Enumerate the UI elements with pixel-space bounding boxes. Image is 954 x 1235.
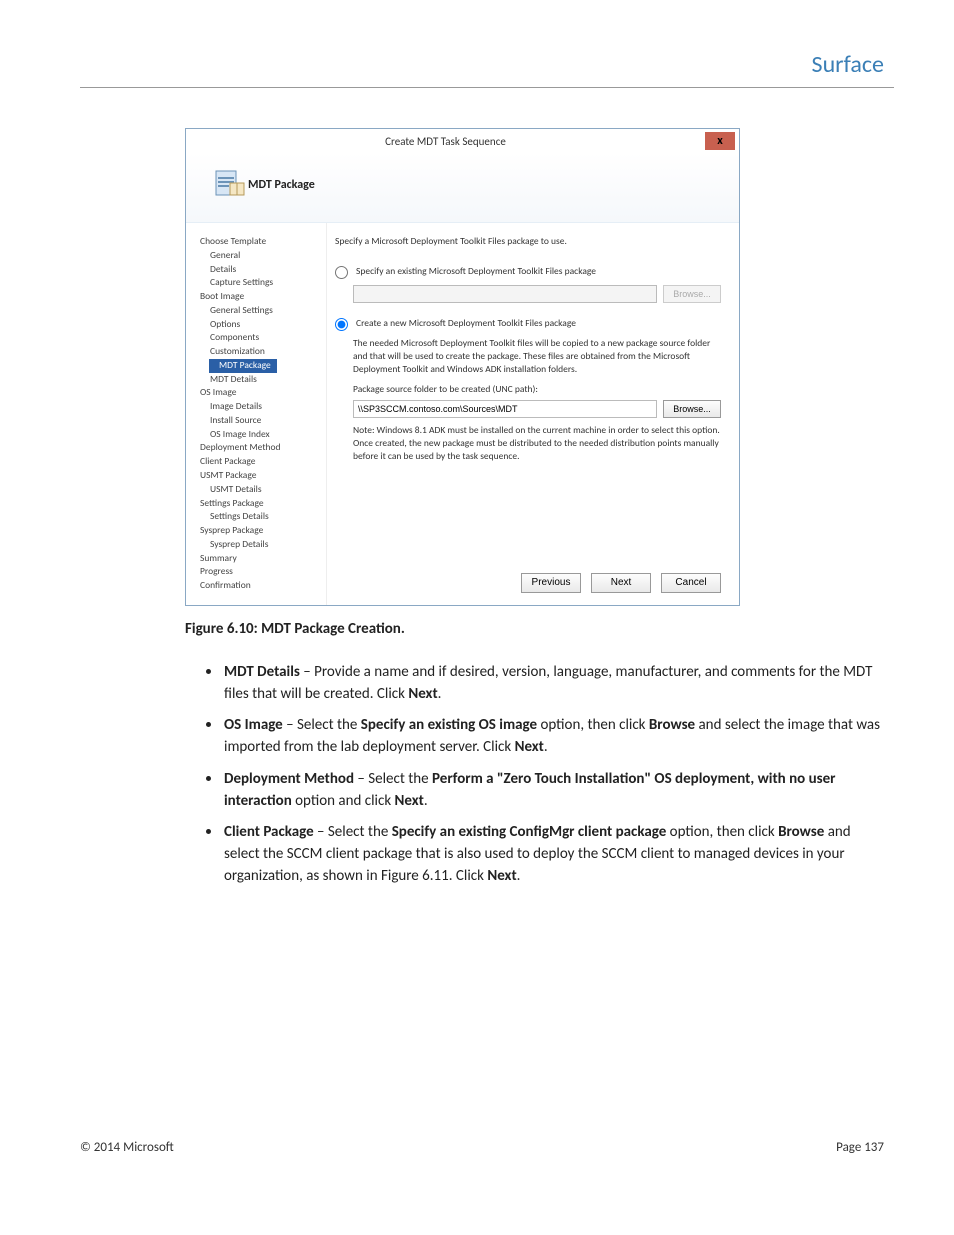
package-icon <box>212 165 248 204</box>
bullet-text: . <box>544 738 548 756</box>
sidebar-item[interactable]: Settings Package <box>200 497 326 511</box>
sidebar-item[interactable]: Customization <box>200 345 326 359</box>
bullet-strong: Next <box>395 792 424 810</box>
bullet-strong: Next <box>515 738 544 756</box>
sidebar-item[interactable]: Summary <box>200 552 326 566</box>
bullet-strong: Specify an existing OS image <box>361 716 537 734</box>
sidebar-item[interactable]: Options <box>200 318 326 332</box>
bullet-strong: Browse <box>649 716 695 734</box>
figure-caption: Figure 6.10: MDT Package Creation. <box>185 620 894 638</box>
list-item: Client Package – Select the Specify an e… <box>222 820 884 887</box>
list-item: Deployment Method – Select the Perform a… <box>222 767 884 813</box>
bullet-text: – Select the <box>283 716 361 734</box>
sidebar-item[interactable]: Details <box>200 263 326 277</box>
bullet-strong: Client Package <box>224 823 314 841</box>
bullet-text: – Provide a name and if desired, version… <box>224 663 872 703</box>
path-note: Note: Windows 8.1 ADK must be installed … <box>353 424 721 462</box>
bullet-strong: Next <box>408 685 437 703</box>
bullet-text: – Select the <box>354 770 432 788</box>
previous-button[interactable]: Previous <box>521 573 581 593</box>
page-footer: © 2014 Microsoft Page 137 <box>80 1140 884 1155</box>
sidebar-item[interactable]: Boot Image <box>200 290 326 304</box>
radio-create-label: Create a new Microsoft Deployment Toolki… <box>356 317 576 329</box>
sidebar-item[interactable]: OS Image Index <box>200 428 326 442</box>
brand-label: Surface <box>80 50 894 79</box>
unc-path-input[interactable] <box>353 400 657 418</box>
bullet-text: option and click <box>292 792 395 810</box>
sidebar-item[interactable]: Confirmation <box>200 579 326 593</box>
sidebar-item[interactable]: Sysprep Details <box>200 538 326 552</box>
list-item: MDT Details – Provide a name and if desi… <box>222 660 884 706</box>
page-number: Page 137 <box>836 1140 884 1155</box>
sidebar-item[interactable]: Deployment Method <box>200 441 326 455</box>
titlebar: Create MDT Task Sequence x <box>186 129 739 153</box>
dialog-header: MDT Package <box>186 153 739 223</box>
bullet-strong: MDT Details <box>224 663 300 681</box>
sidebar-item[interactable]: Sysprep Package <box>200 524 326 538</box>
sidebar-item[interactable]: General <box>200 249 326 263</box>
sidebar-item[interactable]: Client Package <box>200 455 326 469</box>
dialog-header-title: MDT Package <box>248 178 315 192</box>
sidebar-item[interactable]: USMT Package <box>200 469 326 483</box>
sidebar-item[interactable]: Capture Settings <box>200 276 326 290</box>
bullet-text: option, then click <box>666 823 778 841</box>
cancel-button[interactable]: Cancel <box>661 573 721 593</box>
sidebar-item[interactable]: Image Details <box>200 400 326 414</box>
bullet-text: . <box>517 867 521 885</box>
bullet-text: . <box>438 685 442 703</box>
bullet-strong: Deployment Method <box>224 770 354 788</box>
sidebar-item[interactable]: General Settings <box>200 304 326 318</box>
create-description: The needed Microsoft Deployment Toolkit … <box>353 337 721 375</box>
wizard-content: Specify a Microsoft Deployment Toolkit F… <box>326 223 739 605</box>
sidebar-item[interactable]: Install Source <box>200 414 326 428</box>
bullet-strong: Next <box>487 867 516 885</box>
path-label: Package source folder to be created (UNC… <box>353 383 721 396</box>
radio-existing[interactable] <box>335 266 348 279</box>
wizard-sidebar: Choose TemplateGeneralDetailsCapture Set… <box>186 223 326 605</box>
radio-create[interactable] <box>335 318 348 331</box>
sidebar-item[interactable]: USMT Details <box>200 483 326 497</box>
bullet-text: – Select the <box>314 823 392 841</box>
bullet-strong: Browse <box>778 823 824 841</box>
radio-create-row[interactable]: Create a new Microsoft Deployment Toolki… <box>335 317 721 331</box>
sidebar-item[interactable]: Settings Details <box>200 510 326 524</box>
close-icon[interactable]: x <box>705 132 735 150</box>
copyright: © 2014 Microsoft <box>80 1140 174 1155</box>
sidebar-item[interactable]: MDT Package <box>200 359 326 373</box>
browse-create-button[interactable]: Browse... <box>663 400 721 418</box>
instruction-list: MDT Details – Provide a name and if desi… <box>222 660 894 888</box>
browse-existing-button: Browse... <box>663 285 721 303</box>
radio-existing-label: Specify an existing Microsoft Deployment… <box>356 265 596 277</box>
content-intro: Specify a Microsoft Deployment Toolkit F… <box>335 235 721 247</box>
bullet-text: option, then click <box>537 716 649 734</box>
sidebar-item[interactable]: Choose Template <box>200 235 326 249</box>
radio-existing-row[interactable]: Specify an existing Microsoft Deployment… <box>335 265 721 279</box>
sidebar-item[interactable]: Components <box>200 331 326 345</box>
header-divider <box>80 87 894 88</box>
list-item: OS Image – Select the Specify an existin… <box>222 713 884 759</box>
bullet-text: . <box>424 792 428 810</box>
bullet-strong: Specify an existing ConfigMgr client pac… <box>392 823 667 841</box>
next-button[interactable]: Next <box>591 573 651 593</box>
sidebar-item[interactable]: OS Image <box>200 386 326 400</box>
dialog-title: Create MDT Task Sequence <box>186 135 705 148</box>
sidebar-item[interactable]: MDT Details <box>200 373 326 387</box>
mdt-dialog: Create MDT Task Sequence x MDT Package C… <box>185 128 740 606</box>
existing-path-input <box>353 285 657 303</box>
sidebar-item[interactable]: Progress <box>200 565 326 579</box>
bullet-strong: OS Image <box>224 716 283 734</box>
